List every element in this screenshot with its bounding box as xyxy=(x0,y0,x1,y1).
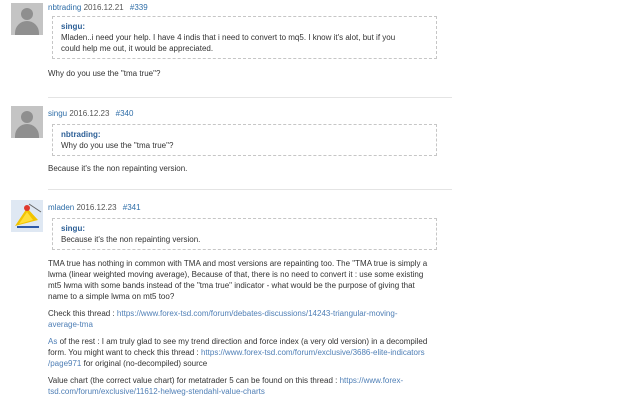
username-link[interactable]: mladen xyxy=(48,203,74,212)
paragraph-line: TMA true has nothing in common with TMA … xyxy=(48,259,428,268)
thread-link[interactable]: average-tma xyxy=(48,320,93,329)
rest-text: for original (no-decompiled) source xyxy=(81,359,208,368)
quote-line: Mladen..i need your help. I have 4 indis… xyxy=(61,33,396,42)
check-thread-paragraph: Check this thread : https://www.forex-ts… xyxy=(48,308,397,330)
post-separator xyxy=(48,189,452,190)
avatar-head-shape xyxy=(21,8,33,20)
avatar[interactable] xyxy=(11,106,43,138)
post-number-link[interactable]: #340 xyxy=(116,109,134,118)
post-separator xyxy=(48,97,452,98)
avatar[interactable] xyxy=(11,3,43,35)
rest-text: of the rest : I am truly glad to see my … xyxy=(57,337,428,346)
quote-author: singu: xyxy=(61,22,85,31)
quote-author: singu: xyxy=(61,224,85,233)
post-date: 2016.12.23 xyxy=(76,203,117,212)
quote-line: Because it's the non repainting version. xyxy=(61,235,201,244)
quote-box: nbtrading: Why do you use the "tma true"… xyxy=(52,124,437,156)
paragraph-line: mt5 lwma with some bands instead of the … xyxy=(48,281,415,290)
post-text: Why do you use the "tma true"? xyxy=(48,69,161,78)
username-link[interactable]: nbtrading xyxy=(48,3,81,12)
avatar-body-shape xyxy=(15,21,39,35)
post-number-link[interactable]: #339 xyxy=(130,3,148,12)
thread-link[interactable]: https://www.forex-tsd.com/forum/debates-… xyxy=(117,309,398,318)
quote-box: singu: Mladen..i need your help. I have … xyxy=(52,16,437,59)
check-thread-label: Check this thread : xyxy=(48,309,117,318)
elite-indicators-link[interactable]: https://www.forex-tsd.com/forum/exclusiv… xyxy=(201,348,425,357)
post-text: Because it's the non repainting version. xyxy=(48,164,188,173)
value-chart-text: Value chart (the correct value chart) fo… xyxy=(48,376,340,385)
paragraph-line: lwma (linear weighted moving average), B… xyxy=(48,270,424,279)
avatar-head-shape xyxy=(21,111,33,123)
post-meta: mladen 2016.12.23 #341 xyxy=(48,203,141,212)
value-chart-link[interactable]: tsd.com/forum/exclusive/11612-helweg-ste… xyxy=(48,387,265,396)
post-date: 2016.12.23 xyxy=(69,109,110,118)
quote-author: nbtrading: xyxy=(61,130,101,139)
avatar-body-shape xyxy=(15,124,39,138)
post-meta: singu 2016.12.23 #340 xyxy=(48,109,133,118)
post-meta: nbtrading 2016.12.21 #339 xyxy=(48,3,148,12)
quote-box: singu: Because it's the non repainting v… xyxy=(52,218,437,250)
post-date: 2016.12.21 xyxy=(83,3,124,12)
rest-text: form. You might want to check this threa… xyxy=(48,348,201,357)
avatar[interactable] xyxy=(11,200,43,232)
paragraph-line: name to a simple lwma on mt5 too? xyxy=(48,292,175,301)
elite-indicators-link[interactable]: /page971 xyxy=(48,359,81,368)
username-link[interactable]: singu xyxy=(48,109,67,118)
rest-paragraph: As of the rest : I am truly glad to see … xyxy=(48,336,427,369)
avatar-cartoon-icon xyxy=(11,200,43,232)
as-word: As xyxy=(48,337,58,346)
quote-line: could help me out, it would be appreciat… xyxy=(61,44,214,53)
quote-line: Why do you use the "tma true"? xyxy=(61,141,174,150)
post-paragraph: TMA true has nothing in common with TMA … xyxy=(48,258,427,302)
value-chart-link[interactable]: https://www.forex- xyxy=(340,376,404,385)
post-number-link[interactable]: #341 xyxy=(123,203,141,212)
